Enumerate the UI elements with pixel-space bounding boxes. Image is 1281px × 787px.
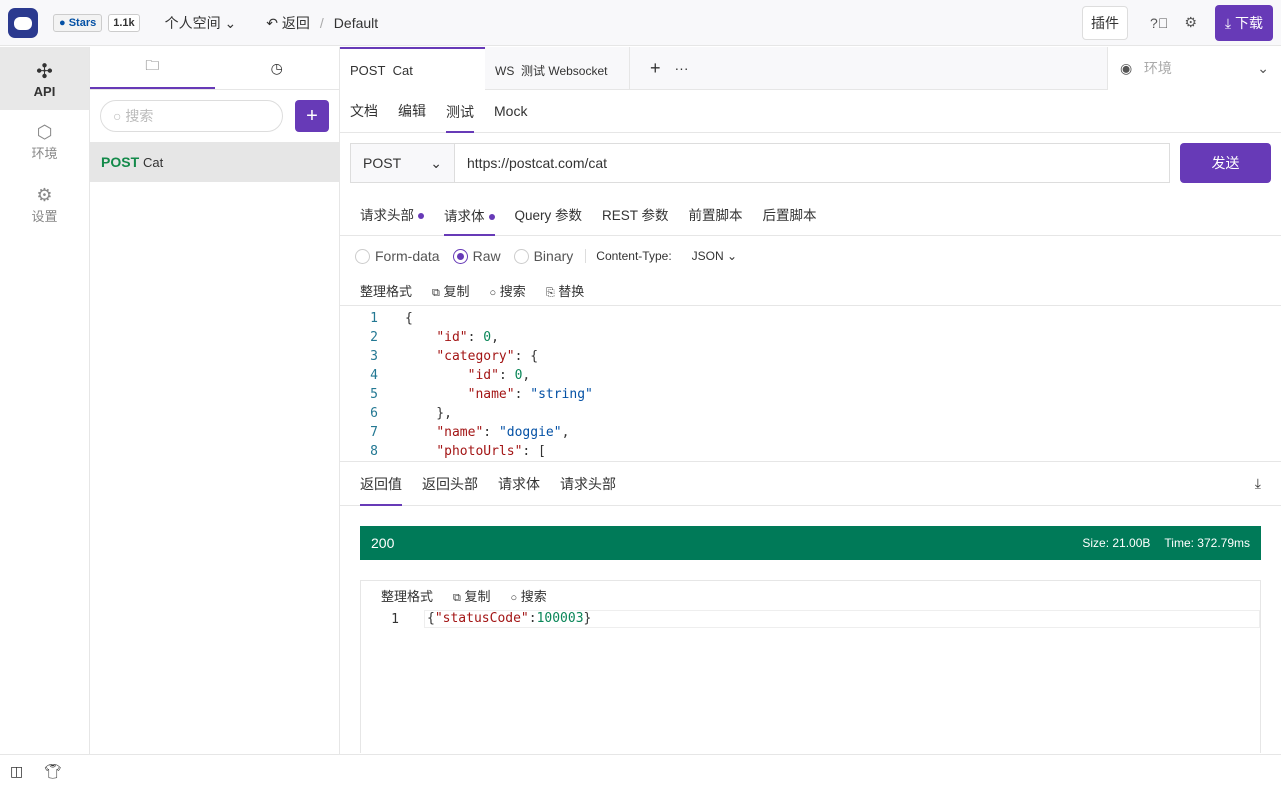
search-button[interactable]: ○ 搜索 xyxy=(490,281,526,300)
code-line: 5 "name": "string" xyxy=(370,387,593,402)
reqtab-query[interactable]: Query 参数 xyxy=(515,204,583,224)
status-code: 200 xyxy=(371,535,395,551)
add-api-button[interactable]: + xyxy=(295,100,329,132)
response-viewer: 整理格式 ⧉ 复制 ○ 搜索 1 {"statusCode":100003} xyxy=(360,580,1261,753)
tab-api-list[interactable]: 🗀 xyxy=(90,47,215,89)
app-logo xyxy=(8,7,38,38)
response-time: Time: 372.79ms xyxy=(1164,536,1250,550)
subtab-test[interactable]: 测试 xyxy=(446,90,474,133)
replace-icon: ⎘ xyxy=(545,287,555,299)
github-stars-button[interactable]: ● Stars xyxy=(53,13,103,32)
search-icon: ○ xyxy=(489,287,497,299)
reqtab-body[interactable]: 请求体 xyxy=(444,193,495,236)
left-nav: ✣ API ⬡ 环境 ⚙ 设置 xyxy=(0,47,90,754)
content-type-label: Content-Type: xyxy=(585,249,672,263)
method-select[interactable]: POST ⌄ xyxy=(350,143,455,183)
project-name: Default xyxy=(333,14,379,31)
code-line: 1{ xyxy=(370,311,413,326)
help-icon[interactable]: ?⃝ xyxy=(1150,15,1168,31)
bottom-bar: ◫ 👕︎ xyxy=(0,754,1281,787)
copy-icon: ⧉ xyxy=(432,287,440,299)
subtab-edit[interactable]: 编辑 xyxy=(398,101,426,121)
more-tabs-button[interactable]: ··· xyxy=(675,60,689,76)
gear-icon: ⚙ xyxy=(36,184,53,205)
workspace-dropdown[interactable]: 个人空间 ⌄ xyxy=(165,13,237,33)
tab-history[interactable]: ◷ xyxy=(215,47,340,89)
code-line: 6 }, xyxy=(370,406,452,421)
resptab-req-body[interactable]: 请求体 xyxy=(498,474,540,494)
hexagon-icon: ⬡ xyxy=(36,121,53,142)
format-button[interactable]: 整理格式 xyxy=(381,586,433,605)
radio-raw[interactable]: Raw xyxy=(452,248,501,265)
url-input[interactable]: https://postcat.com/cat xyxy=(455,143,1170,183)
stars-count: 1.1k xyxy=(108,13,140,32)
undo-icon: ↶ xyxy=(266,14,279,31)
resptab-req-headers[interactable]: 请求头部 xyxy=(560,474,616,494)
chevron-down-icon: ⌄ xyxy=(1257,59,1269,76)
subtab-docs[interactable]: 文档 xyxy=(350,101,378,121)
code-line: 2 "id": 0, xyxy=(370,330,499,345)
response-line[interactable]: 1 {"statusCode":100003} xyxy=(361,609,1260,629)
back-button[interactable]: ↶ 返回 xyxy=(266,13,310,33)
add-tab-button[interactable]: + xyxy=(650,58,661,79)
search-icon: ○ xyxy=(510,591,518,604)
resptab-body[interactable]: 返回值 xyxy=(360,461,402,506)
replace-button[interactable]: ⎘ 替换 xyxy=(546,281,584,300)
content-type-select[interactable]: JSON ⌄ xyxy=(692,249,737,263)
download-button[interactable]: ⤓ 下载 xyxy=(1214,4,1273,41)
code-line: 3 "category": { xyxy=(370,349,539,364)
radio-form-data[interactable]: Form-data xyxy=(355,248,440,265)
request-body-editor[interactable]: 1{ 2 "id": 0, 3 "category": { 4 "id": 0, 5 "… xyxy=(340,306,1281,462)
resptab-headers[interactable]: 返回头部 xyxy=(422,474,478,494)
search-input[interactable]: ○ 搜索 xyxy=(100,100,283,132)
api-sidebar: 🗀 ◷ ○ 搜索 + POST Cat xyxy=(90,47,340,754)
search-button[interactable]: ○ 搜索 xyxy=(511,586,547,605)
copy-button[interactable]: ⧉ 复制 xyxy=(453,586,491,605)
code-line: 7 "name": "doggie", xyxy=(370,425,570,440)
nav-env[interactable]: ⬡ 环境 xyxy=(0,110,89,173)
history-icon: ◷ xyxy=(270,59,283,76)
env-select[interactable]: ◉ 环境 ⌄ xyxy=(1107,46,1281,90)
chevron-down-icon: ⌄ xyxy=(430,154,442,171)
code-line: 8 "photoUrls": [ xyxy=(370,444,546,459)
copy-button[interactable]: ⧉ 复制 xyxy=(432,281,470,300)
top-bar: ● Stars 1.1k 个人空间 ⌄ ↶ 返回 / Default 插件 ?⃝… xyxy=(0,0,1281,46)
download-icon[interactable]: ⤓ xyxy=(1255,475,1261,492)
gear-icon[interactable]: ⚙ xyxy=(1184,14,1197,31)
eye-icon: ◉ xyxy=(1120,59,1133,76)
tab-post-cat[interactable]: POST Cat xyxy=(340,46,485,90)
api-icon: ✣ xyxy=(36,60,53,83)
list-item[interactable]: POST Cat xyxy=(90,142,339,182)
sidebar-toggle-icon[interactable]: ◫ xyxy=(10,763,23,780)
search-icon: ○ xyxy=(113,108,122,124)
tab-ws[interactable]: WS 测试 Websocket xyxy=(485,46,630,90)
folder-icon: 🗀 xyxy=(145,57,160,73)
subtab-mock[interactable]: Mock xyxy=(494,103,527,119)
response-size: Size: 21.00B xyxy=(1082,536,1151,550)
send-button[interactable]: 发送 xyxy=(1180,143,1271,183)
format-button[interactable]: 整理格式 xyxy=(360,281,412,300)
breadcrumb-separator: / xyxy=(319,14,324,31)
reqtab-rest[interactable]: REST 参数 xyxy=(602,204,669,224)
reqtab-headers[interactable]: 请求头部 xyxy=(360,204,424,224)
reqtab-pre-script[interactable]: 前置脚本 xyxy=(689,204,743,224)
status-bar: 200 Size: 21.00B Time: 372.79ms xyxy=(360,526,1261,560)
code-line: 4 "id": 0, xyxy=(370,368,531,383)
main-panel: POST Cat WS 测试 Websocket + ··· ◉ 环境 ⌄ 文档 … xyxy=(340,46,1281,754)
reqtab-post-script[interactable]: 后置脚本 xyxy=(763,204,817,224)
nav-settings[interactable]: ⚙ 设置 xyxy=(0,173,89,236)
copy-icon: ⧉ xyxy=(453,591,461,604)
download-icon: ⤓ xyxy=(1224,14,1232,31)
plugins-button[interactable]: 插件 xyxy=(1082,5,1129,40)
github-stars[interactable]: ● Stars 1.1k xyxy=(53,13,140,32)
radio-binary[interactable]: Binary xyxy=(513,248,573,265)
theme-shirt-icon[interactable]: 👕︎ xyxy=(44,763,62,780)
nav-api[interactable]: ✣ API xyxy=(0,47,89,110)
